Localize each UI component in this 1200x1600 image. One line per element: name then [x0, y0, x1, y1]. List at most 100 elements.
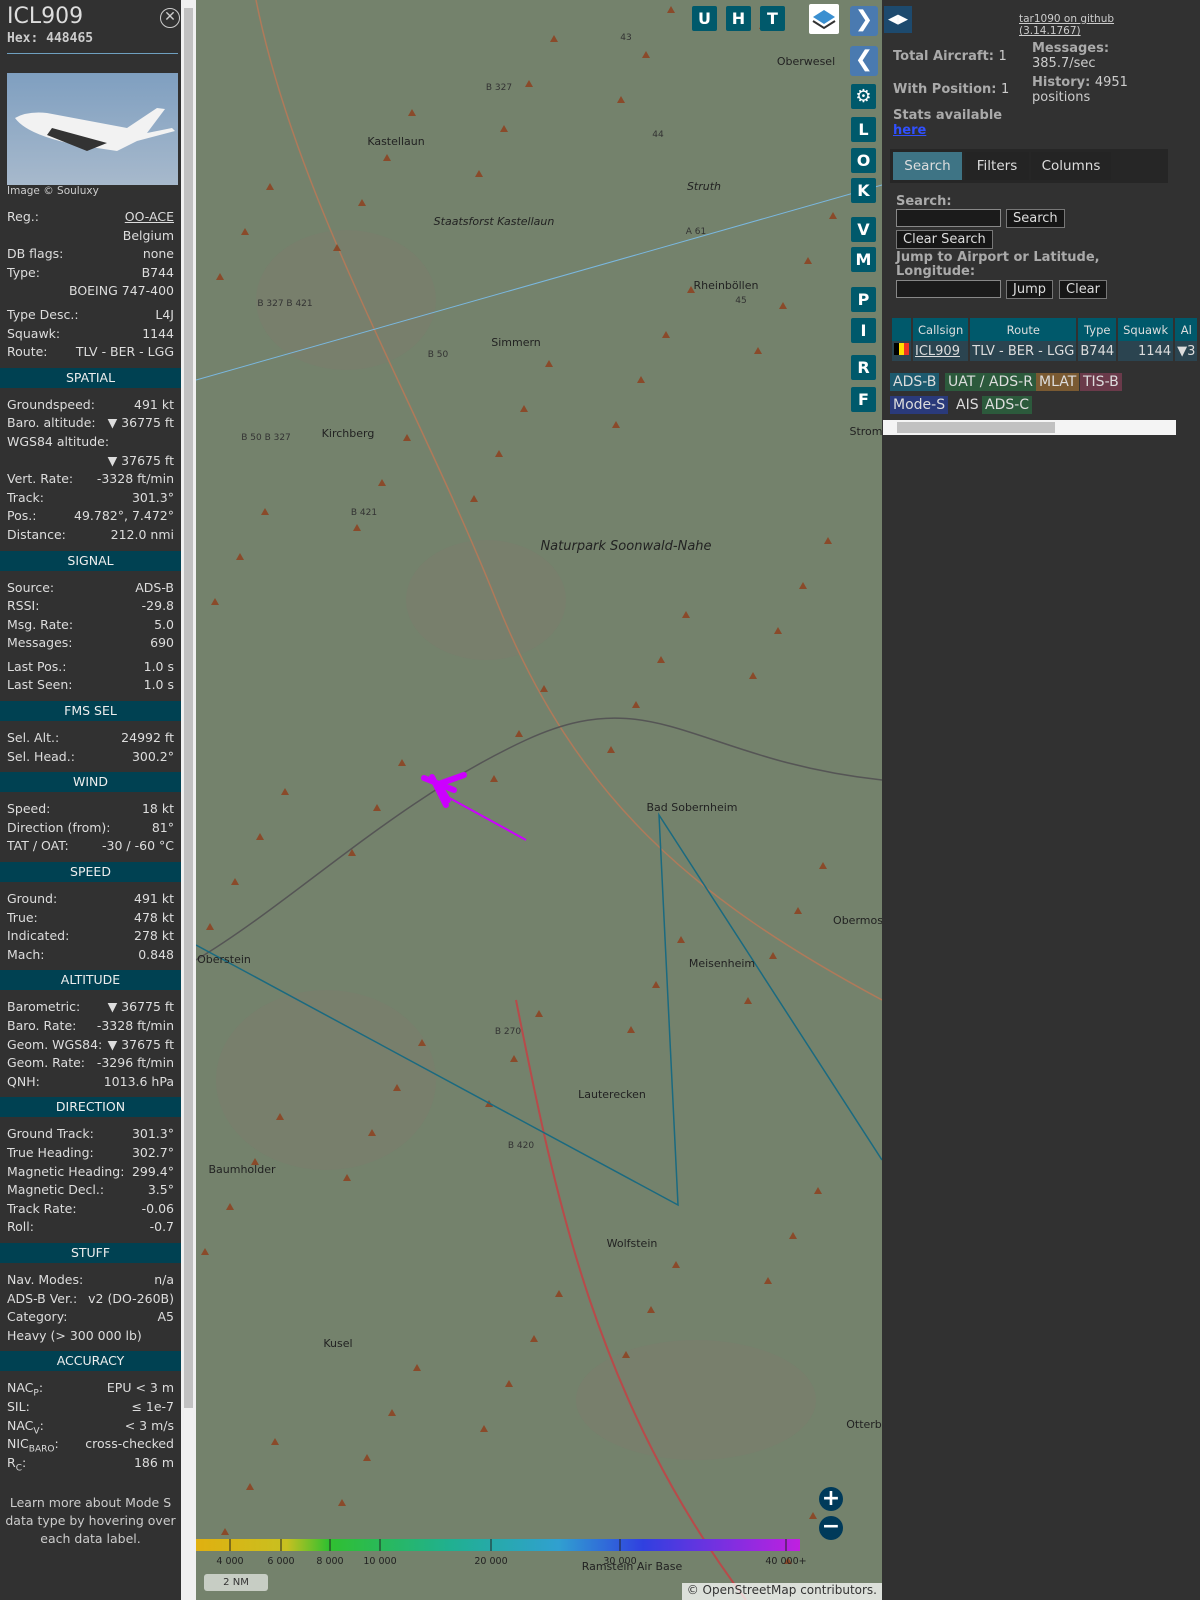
detail-label[interactable]: Sel. Head.: [7, 748, 75, 767]
detail-label[interactable]: Geom. Rate: [7, 1054, 85, 1073]
settings-button[interactable]: ⚙ [851, 84, 876, 109]
aircraft-icon[interactable] [421, 772, 467, 808]
detail-label[interactable]: Barometric: [7, 998, 80, 1017]
tab-search[interactable]: Search [893, 152, 962, 180]
scrollbar-thumb[interactable] [897, 422, 1055, 433]
tab-columns[interactable]: Columns [1031, 152, 1111, 180]
detail-label[interactable]: Last Seen: [7, 676, 72, 695]
scrollbar-thumb[interactable] [184, 8, 193, 1408]
stats-link[interactable]: here [893, 123, 926, 138]
detail-label[interactable]: Nav. Modes: [7, 1271, 83, 1290]
map-button-h[interactable]: H [726, 6, 751, 31]
detail-label[interactable]: Direction (from): [7, 819, 111, 838]
map-button-i[interactable]: I [851, 318, 876, 343]
detail-label[interactable]: Type Desc.: [7, 306, 79, 325]
detail-label[interactable]: Route: [7, 343, 48, 362]
zoom-out-button[interactable]: − [819, 1516, 843, 1540]
detail-label[interactable]: Msg. Rate: [7, 616, 73, 635]
col-altitude[interactable]: Al [1175, 318, 1198, 341]
collapse-sidebar-button[interactable]: ❮ [850, 46, 878, 76]
map-button-r[interactable]: R [851, 355, 876, 380]
close-icon[interactable]: ✕ [160, 8, 180, 28]
map-button-t[interactable]: T [760, 6, 785, 31]
detail-label[interactable]: Track: [7, 489, 44, 508]
detail-label[interactable]: Groundspeed: [7, 396, 95, 415]
map-button-u[interactable]: U [692, 6, 717, 31]
detail-label[interactable]: True Heading: [7, 1144, 94, 1163]
detail-label[interactable]: NACV: [7, 1417, 44, 1437]
map[interactable]: Oberwesel Kastellaun Staatsforst Kastellau… [196, 0, 882, 1600]
detail-label[interactable]: Geom. WGS84: [7, 1036, 102, 1055]
detail-label[interactable]: Magnetic Decl.: [7, 1181, 104, 1200]
detail-label[interactable]: Roll: [7, 1218, 34, 1237]
detail-label[interactable]: Vert. Rate: [7, 470, 73, 489]
detail-label[interactable]: Ground: [7, 890, 57, 909]
col-type[interactable]: Type [1078, 318, 1117, 341]
detail-label[interactable]: Type: [7, 264, 40, 283]
callsign-link[interactable]: ICL909 [913, 341, 969, 361]
map-button-p[interactable]: P [851, 287, 876, 312]
detail-label[interactable]: Distance: [7, 526, 66, 545]
jump-input[interactable] [896, 280, 1001, 298]
detail-label[interactable]: Magnetic Heading: [7, 1163, 124, 1182]
detail-label[interactable]: Heavy (> 300 000 lb) [7, 1327, 142, 1346]
detail-label[interactable]: Indicated: [7, 927, 69, 946]
detail-label[interactable]: Pos.: [7, 507, 36, 526]
map-button-m[interactable]: M [851, 247, 876, 272]
left-panel-scrollbar[interactable] [181, 0, 196, 1600]
detail-label[interactable]: Category: [7, 1308, 67, 1327]
clear-search-button[interactable]: Clear Search [896, 230, 993, 249]
osm-link[interactable]: OpenStreetMap [703, 1583, 797, 1597]
search-button[interactable]: Search [1006, 209, 1065, 228]
detail-label[interactable]: Messages: [7, 634, 73, 653]
detail-label[interactable]: NACP: [7, 1379, 43, 1399]
clear-button[interactable]: Clear [1059, 280, 1107, 299]
detail-label[interactable]: Mach: [7, 946, 44, 965]
map-button-l[interactable]: L [851, 117, 876, 142]
github-link[interactable]: tar1090 on github (3.14.1767) [1019, 13, 1176, 37]
detail-label[interactable]: Ground Track: [7, 1125, 94, 1144]
detail-value: 299.4° [131, 1163, 174, 1179]
col-callsign[interactable]: Callsign [913, 318, 969, 341]
col-route[interactable]: Route [970, 318, 1077, 341]
search-input[interactable] [896, 209, 1001, 227]
jump-button[interactable]: Jump [1006, 280, 1053, 299]
detail-label[interactable]: RC: [7, 1454, 26, 1474]
place-label: Strom [849, 425, 882, 438]
layers-button[interactable] [809, 4, 839, 34]
col-flag[interactable] [892, 318, 911, 341]
toggle-layout-button[interactable]: ◀▶ [884, 6, 912, 33]
map-button-v[interactable]: V [851, 217, 876, 242]
detail-label[interactable]: RSSI: [7, 597, 39, 616]
aircraft-photo[interactable] [7, 73, 178, 185]
detail-label[interactable]: Sel. Alt.: [7, 729, 59, 748]
detail-label[interactable]: Last Pos.: [7, 658, 66, 677]
map-canvas[interactable]: Oberwesel Kastellaun Staatsforst Kastellau… [196, 0, 882, 1600]
detail-label[interactable]: Speed: [7, 800, 50, 819]
detail-label[interactable]: TAT / OAT: [7, 837, 69, 856]
tab-filters[interactable]: Filters [965, 152, 1029, 180]
map-button-k[interactable]: K [851, 178, 876, 203]
table-row[interactable]: ICL909 TLV - BER - LGG B744 1144 ▼3 [892, 341, 1198, 361]
detail-label[interactable]: Baro. Rate: [7, 1017, 76, 1036]
detail-label[interactable]: SIL: [7, 1398, 30, 1417]
table-scrollbar[interactable] [883, 420, 1176, 435]
expand-sidebar-button[interactable]: ❯ [850, 6, 878, 36]
detail-label[interactable]: True: [7, 909, 38, 928]
detail-label[interactable]: Source: [7, 579, 54, 598]
map-button-o[interactable]: O [851, 148, 876, 173]
map-button-f[interactable]: F [851, 387, 876, 412]
detail-label[interactable]: WGS84 altitude: [7, 433, 109, 452]
detail-label[interactable]: Squawk: [7, 325, 60, 344]
peak-icon [495, 450, 503, 457]
detail-label[interactable]: Baro. altitude: [7, 414, 96, 433]
detail-label[interactable]: QNH: [7, 1073, 40, 1092]
detail-label[interactable]: DB flags: [7, 245, 63, 264]
zoom-in-button[interactable]: + [819, 1487, 843, 1511]
detail-label[interactable]: ADS-B Ver.: [7, 1290, 77, 1309]
col-squawk[interactable]: Squawk [1118, 318, 1174, 341]
detail-label[interactable]: Reg.: [7, 208, 39, 227]
detail-label[interactable]: Track Rate: [7, 1200, 77, 1219]
registration-link[interactable]: OO-ACE [125, 208, 174, 227]
detail-label[interactable]: NICBARO: [7, 1435, 59, 1455]
